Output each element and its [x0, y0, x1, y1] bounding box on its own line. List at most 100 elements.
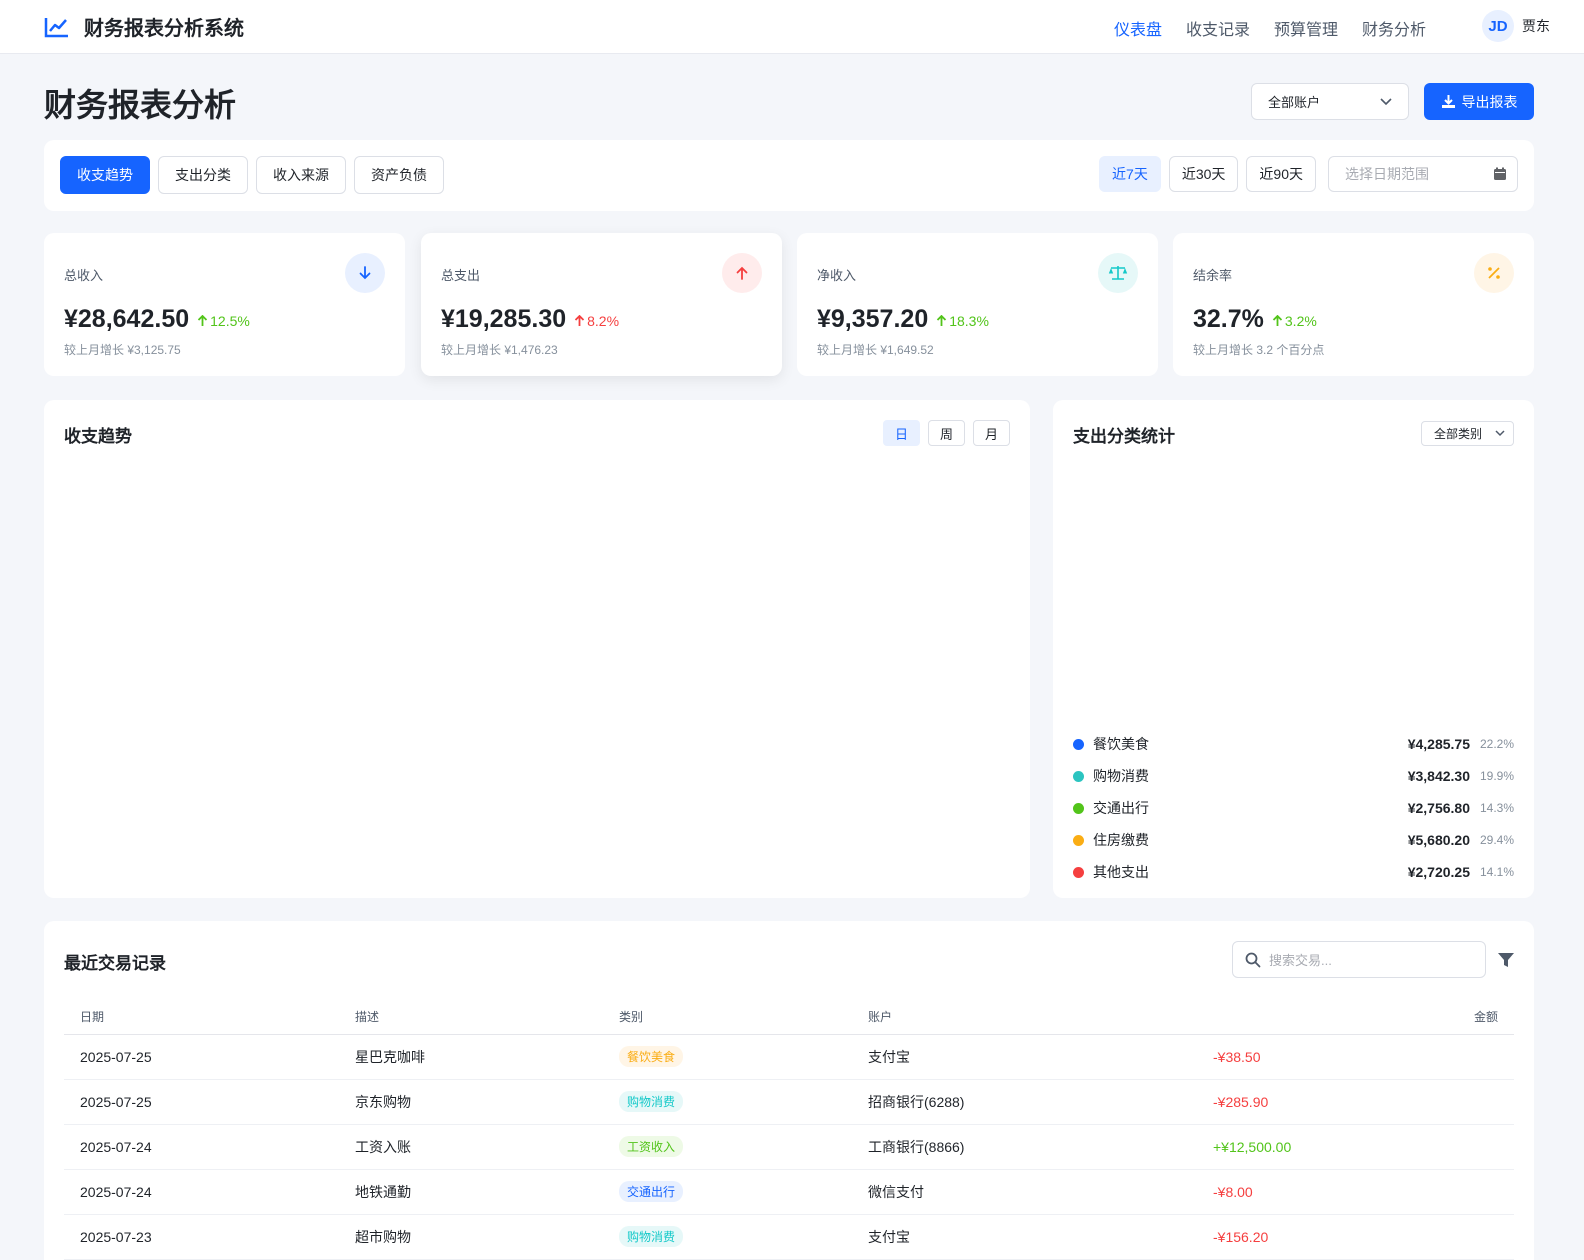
account-select[interactable]: 全部账户	[1251, 83, 1409, 120]
legend-name: 住房缴费	[1093, 832, 1149, 848]
stat-change-value: 18.3%	[949, 313, 989, 329]
stat-card-savings-rate: 结余率 32.7% 3.2% 较上月增长 3.2 个百分点	[1173, 233, 1534, 376]
legend-amount: ¥2,756.80	[1407, 800, 1470, 816]
column-header-date[interactable]: 日期	[64, 999, 355, 1035]
column-header-spacer	[1213, 999, 1363, 1035]
stat-change: 3.2%	[1272, 313, 1317, 329]
brand[interactable]: 财务报表分析系统	[44, 12, 244, 41]
stat-label: 总支出	[441, 268, 481, 283]
transactions-panel: 最近交易记录 搜索交易... 日期 描述 类别 账户 金额 2025-07-25	[44, 921, 1534, 1260]
column-header-amount[interactable]: 金额	[1363, 999, 1514, 1035]
tab-income-expense-trend[interactable]: 收支趋势	[60, 156, 150, 194]
table-header: 日期 描述 类别 账户 金额	[64, 999, 1514, 1035]
legend-name: 交通出行	[1093, 800, 1149, 816]
page-title: 财务报表分析	[44, 87, 237, 123]
chevron-down-icon	[1380, 97, 1392, 105]
stat-value: ¥9,357.20	[817, 305, 929, 333]
cell-amount: -¥38.50	[1213, 1034, 1514, 1080]
cell-category: 购物消费	[619, 1079, 868, 1125]
stat-label: 总收入	[64, 268, 104, 283]
cell-date: 2025-07-25	[64, 1079, 355, 1125]
cell-date: 2025-07-24	[64, 1169, 355, 1215]
tab-expense-category[interactable]: 支出分类	[158, 156, 248, 194]
cell-account: 支付宝	[868, 1214, 1213, 1260]
stat-change: 18.3%	[936, 313, 989, 329]
date-range-placeholder: 选择日期范围	[1345, 166, 1429, 182]
stat-subtext: 较上月增长 ¥1,649.52	[817, 343, 934, 357]
legend-dot	[1073, 770, 1084, 782]
cell-category: 餐饮美食	[619, 1034, 868, 1080]
cell-category: 购物消费	[619, 1214, 868, 1260]
legend-name: 购物消费	[1093, 768, 1149, 784]
period-week-button[interactable]: 周	[928, 420, 965, 446]
filter-icon[interactable]	[1497, 952, 1515, 968]
range-7-days[interactable]: 近7天	[1099, 156, 1161, 192]
cell-description: 工资入账	[355, 1124, 619, 1170]
date-range-group: 近7天 近30天 近90天 选择日期范围	[1099, 156, 1518, 192]
tab-income-source[interactable]: 收入来源	[256, 156, 346, 194]
legend-percent: 14.1%	[1479, 865, 1514, 879]
column-header-account[interactable]: 账户	[868, 999, 1213, 1035]
table-row[interactable]: 2025-07-25 星巴克咖啡 餐饮美食 支付宝 -¥38.50	[64, 1034, 1514, 1080]
legend-amount: ¥2,720.25	[1407, 864, 1470, 880]
table-row[interactable]: 2025-07-24 工资入账 工资收入 工商银行(8866) +¥12,500…	[64, 1124, 1514, 1170]
nav-item-dashboard[interactable]: 仪表盘	[1114, 16, 1162, 40]
cell-account: 支付宝	[868, 1034, 1213, 1080]
legend-amount: ¥5,680.20	[1407, 832, 1470, 848]
category-badge: 购物消费	[619, 1226, 684, 1247]
legend-dot	[1073, 738, 1084, 750]
stat-change-value: 3.2%	[1284, 313, 1317, 329]
period-toggle: 日 周 月	[883, 420, 1010, 446]
cell-date: 2025-07-23	[64, 1214, 355, 1260]
stat-card-total-income: 总收入 ¥28,642.50 12.5% 较上月增长 ¥3,125.75	[44, 233, 405, 376]
table-row[interactable]: 2025-07-25 京东购物 购物消费 招商银行(6288) -¥285.90	[64, 1079, 1514, 1125]
stat-value-row: ¥9,357.20 18.3%	[817, 305, 989, 334]
legend-percent: 22.2%	[1479, 737, 1514, 751]
nav-item-budget[interactable]: 预算管理	[1274, 16, 1338, 40]
table-row[interactable]: 2025-07-23 超市购物 购物消费 支付宝 -¥156.20	[64, 1214, 1514, 1260]
column-header-description[interactable]: 描述	[355, 999, 619, 1035]
category-select[interactable]: 全部类别	[1421, 421, 1514, 446]
avatar: JD	[1482, 10, 1514, 42]
download-icon	[1441, 95, 1455, 108]
arrow-up-icon	[574, 315, 585, 326]
cell-date: 2025-07-25	[64, 1034, 355, 1080]
balance-scale-icon	[1098, 253, 1138, 293]
category-legend: 餐饮美食 ¥4,285.75 22.2% 购物消费 ¥3,842.30 19.9…	[1073, 728, 1514, 888]
cell-category: 工资收入	[619, 1124, 868, 1170]
nav-item-analysis[interactable]: 财务分析	[1362, 16, 1426, 40]
cell-amount: -¥156.20	[1213, 1214, 1514, 1260]
nav-item-records[interactable]: 收支记录	[1186, 16, 1250, 40]
date-range-input[interactable]: 选择日期范围	[1328, 156, 1518, 192]
stat-label: 结余率	[1193, 268, 1233, 283]
legend-item[interactable]: 住房缴费 ¥5,680.20 29.4%	[1073, 824, 1514, 856]
period-day-button[interactable]: 日	[883, 420, 920, 446]
transaction-search-input[interactable]: 搜索交易...	[1232, 941, 1486, 978]
table-row[interactable]: 2025-07-24 地铁通勤 交通出行 微信支付 -¥8.00	[64, 1169, 1514, 1215]
legend-amount: ¥4,285.75	[1407, 736, 1470, 752]
category-badge: 购物消费	[619, 1091, 684, 1112]
column-header-category[interactable]: 类别	[619, 999, 868, 1035]
legend-item[interactable]: 购物消费 ¥3,842.30 19.9%	[1073, 760, 1514, 792]
legend-item[interactable]: 交通出行 ¥2,756.80 14.3%	[1073, 792, 1514, 824]
stat-change-value: 8.2%	[587, 313, 620, 329]
legend-dot	[1073, 834, 1084, 846]
export-report-button[interactable]: 导出报表	[1424, 83, 1534, 120]
stat-change-value: 12.5%	[210, 313, 250, 329]
trend-panel: 收支趋势 日 周 月	[44, 400, 1030, 898]
legend-name: 其他支出	[1093, 864, 1149, 880]
user-menu[interactable]: JD 贾东	[1482, 10, 1550, 42]
legend-item[interactable]: 餐饮美食 ¥4,285.75 22.2%	[1073, 728, 1514, 760]
category-select-value: 全部类别	[1434, 427, 1483, 441]
category-chart-area	[1073, 464, 1514, 720]
user-name: 贾东	[1522, 18, 1550, 34]
range-90-days[interactable]: 近90天	[1246, 156, 1316, 192]
cell-category: 交通出行	[619, 1169, 868, 1215]
stat-card-total-expense: 总支出 ¥19,285.30 8.2% 较上月增长 ¥1,476.23	[421, 233, 782, 376]
export-label: 导出报表	[1461, 93, 1518, 110]
tab-assets-liabilities[interactable]: 资产负债	[354, 156, 444, 194]
period-month-button[interactable]: 月	[973, 420, 1010, 446]
search-icon	[1245, 952, 1261, 967]
range-30-days[interactable]: 近30天	[1168, 156, 1239, 192]
legend-item[interactable]: 其他支出 ¥2,720.25 14.1%	[1073, 856, 1514, 888]
